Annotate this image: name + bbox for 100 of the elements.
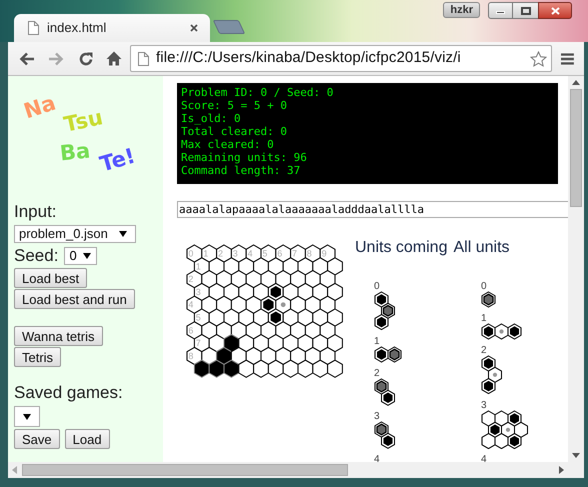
status-line: Is_old: 0 (181, 112, 241, 125)
seed-label: Seed: (14, 246, 58, 266)
problem-select[interactable]: problem_0.json (14, 225, 136, 243)
address-bar[interactable]: file:///C:/Users/kinaba/Desktop/icfpc2015/viz/i (130, 45, 552, 72)
hex-cell (208, 360, 224, 378)
vertical-scrollbar[interactable] (568, 76, 584, 462)
hex-cell (381, 432, 395, 449)
cell-label: 0 (188, 248, 194, 259)
unit-label: 1 (481, 314, 487, 323)
page-icon (28, 21, 39, 35)
hex-cell (482, 378, 496, 394)
hex-cell (194, 360, 210, 378)
scroll-down-icon[interactable] (572, 453, 580, 458)
all-units-heading: All units (453, 238, 510, 258)
unit-label: 2 (374, 368, 380, 378)
hex-cell (482, 432, 496, 449)
cell-label: 1 (203, 248, 208, 259)
cell-label: 8 (188, 350, 194, 361)
hex-cell (381, 389, 395, 406)
caret-icon (23, 414, 31, 420)
hex-cell (327, 282, 343, 302)
star-icon[interactable] (530, 50, 548, 66)
unit-label: 4 (374, 455, 380, 462)
seed-select[interactable]: 0 (64, 247, 98, 265)
hex-cell (298, 360, 314, 378)
hex-cell (238, 360, 254, 378)
hex-cell (327, 308, 343, 327)
scroll-right-icon[interactable] (559, 466, 564, 474)
cell-label: 7 (196, 338, 201, 348)
cell-label: 6 (188, 325, 194, 336)
load-button[interactable]: Load best (14, 268, 88, 288)
scrollbar-thumb[interactable] (570, 89, 582, 207)
hex-cell (482, 410, 496, 426)
hex-cell (282, 360, 298, 378)
back-arrow-icon[interactable] (19, 52, 35, 66)
cell-label: 2 (218, 248, 224, 259)
tetris-button[interactable]: Tetris (14, 347, 62, 367)
tetris-button[interactable]: Wanna tetris (14, 326, 102, 346)
status-line: Remaining units: 96 (181, 151, 307, 164)
units-coming-heading: Units coming (355, 238, 448, 258)
close-button[interactable] (538, 2, 572, 19)
load-button[interactable]: Load best and run (14, 289, 135, 309)
caret-icon (82, 253, 91, 259)
hex-cell (374, 346, 388, 362)
cell-label: 2 (188, 274, 194, 284)
status-line: Problem ID: 0 / Seed: 0 (181, 86, 334, 99)
cell-label: 8 (306, 248, 312, 259)
unit-label: 3 (481, 400, 487, 410)
unit-label: 3 (374, 412, 380, 421)
logo-word: Tsu (62, 107, 105, 136)
hex-cell (482, 291, 496, 308)
tab-title: index.html (47, 19, 106, 38)
hex-cell (482, 323, 496, 340)
status-line: Command length: 37 (181, 164, 300, 177)
close-icon[interactable] (190, 24, 198, 32)
cell-label: 5 (196, 312, 201, 323)
hex-cell (494, 323, 508, 340)
unit-label: 2 (481, 346, 487, 355)
hex-cell (320, 346, 336, 366)
input-label: Input: (14, 202, 57, 222)
scrollbar-thumb[interactable] (22, 464, 348, 476)
cell-label: 3 (232, 248, 238, 259)
cell-label: 7 (292, 248, 298, 259)
home-icon[interactable] (106, 51, 122, 66)
user-badge[interactable]: hzkr (443, 2, 480, 18)
status-line: Score: 5 = 5 + 0 (181, 99, 287, 112)
hex-cell (320, 296, 336, 314)
hex-cell (312, 360, 328, 378)
hex-cell (253, 360, 269, 378)
unit-label: 1 (374, 336, 380, 346)
hex-cell (508, 323, 522, 340)
cell-label: 4 (248, 248, 253, 259)
cell-label: 3 (196, 286, 201, 297)
unit-label: 0 (481, 282, 487, 291)
hex-cell (224, 360, 240, 378)
browser-tab[interactable]: index.html (14, 14, 210, 42)
reload-icon[interactable] (78, 50, 94, 66)
save-load-button[interactable]: Load (64, 429, 110, 449)
hex-cell (320, 321, 336, 340)
command-field[interactable]: aaaalalapaaaalalaaaaaaaladddaalalllla (177, 201, 568, 218)
new-tab-button[interactable] (212, 20, 246, 34)
logo-word: Na (22, 92, 58, 122)
cell-label: 1 (196, 261, 201, 272)
cell-label: 6 (277, 248, 282, 259)
maximize-button[interactable] (513, 2, 538, 19)
logo-word: Ba (58, 140, 92, 165)
hex-cell (374, 314, 388, 330)
page-icon (138, 52, 149, 66)
logo-word: Te! (98, 146, 138, 176)
horizontal-scrollbar[interactable] (8, 462, 568, 478)
hex-cell (494, 432, 508, 449)
saved-games-select[interactable] (14, 406, 40, 427)
minimize-button[interactable] (488, 2, 513, 19)
status-line: Max cleared: 0 (181, 138, 274, 151)
status-line: Total cleared: 0 (181, 125, 287, 138)
hex-cell (327, 360, 343, 378)
hex-cell (327, 334, 343, 352)
menu-icon[interactable] (561, 52, 574, 64)
scroll-up-icon[interactable] (572, 80, 580, 85)
save-load-button[interactable]: Save (14, 429, 60, 449)
